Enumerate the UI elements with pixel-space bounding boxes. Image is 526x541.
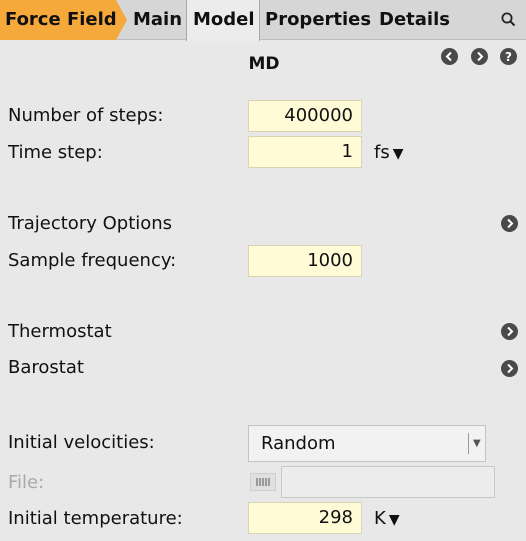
initial-temperature-input[interactable]: 298	[248, 502, 362, 534]
barostat-label[interactable]: Barostat	[8, 357, 84, 378]
initial-velocities-label: Initial velocities:	[8, 432, 155, 453]
chevron-right-icon[interactable]	[501, 323, 518, 340]
tab-bar: Force Field Main Model Properties Detail…	[0, 0, 526, 41]
sample-frequency-label: Sample frequency:	[8, 250, 177, 271]
num-steps-label: Number of steps:	[8, 105, 164, 126]
file-label: File:	[8, 472, 45, 493]
select-divider	[468, 433, 469, 454]
initial-velocities-select[interactable]: Random ▼	[248, 425, 486, 462]
num-steps-input[interactable]: 400000	[248, 100, 362, 132]
file-path-input[interactable]	[281, 466, 495, 498]
tab-details[interactable]: Details	[379, 0, 450, 40]
caret-down-icon: ▼	[473, 438, 481, 449]
temperature-unit: K	[374, 508, 386, 529]
file-browse-icon	[256, 478, 270, 486]
svg-text:?: ?	[505, 50, 512, 64]
time-step-unit-select[interactable]: fs ▼	[374, 142, 404, 163]
tab-force-field[interactable]: Force Field	[0, 0, 127, 40]
tab-model[interactable]: Model	[186, 0, 260, 41]
thermostat-label[interactable]: Thermostat	[8, 321, 112, 342]
chevron-left-icon[interactable]	[441, 48, 458, 65]
caret-down-icon: ▼	[388, 512, 400, 528]
chevron-right-icon[interactable]	[471, 48, 488, 65]
time-step-unit: fs	[374, 142, 390, 163]
help-icon[interactable]: ?	[500, 48, 517, 65]
time-step-input[interactable]: 1	[248, 136, 362, 168]
initial-velocities-value: Random	[261, 433, 336, 454]
temperature-unit-select[interactable]: K ▼	[374, 508, 400, 529]
tab-properties[interactable]: Properties	[264, 0, 371, 40]
file-browse-button[interactable]	[250, 473, 276, 491]
time-step-label: Time step:	[8, 142, 103, 163]
caret-down-icon: ▼	[392, 146, 404, 162]
chevron-right-icon[interactable]	[501, 215, 518, 232]
trajectory-options-label[interactable]: Trajectory Options	[8, 213, 172, 234]
chevron-right-icon[interactable]	[501, 360, 518, 377]
search-icon[interactable]	[500, 11, 518, 29]
initial-temperature-label: Initial temperature:	[8, 508, 183, 529]
tab-main[interactable]: Main	[127, 0, 186, 40]
sample-frequency-input[interactable]: 1000	[248, 245, 362, 277]
